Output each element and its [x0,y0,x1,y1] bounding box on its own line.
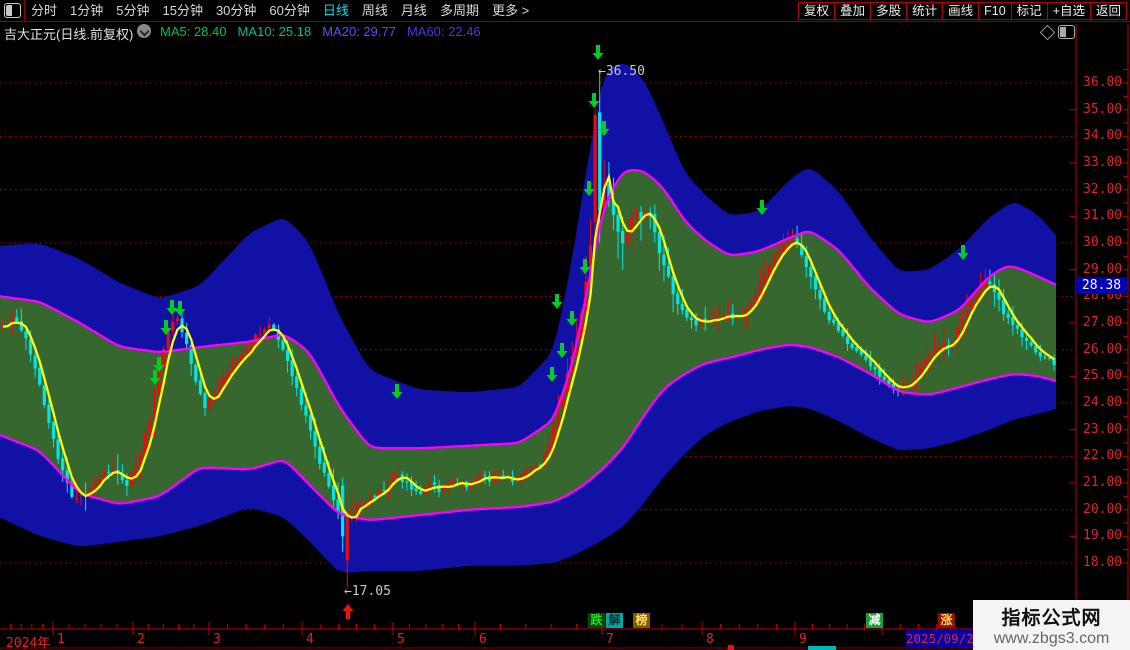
price-tick-label: 35.00 [1083,102,1127,117]
month-label: 4 [306,632,314,647]
high-price-annotation: ←36.50 [598,64,645,79]
price-tick-label: 19.00 [1083,528,1127,543]
month-label: 2 [137,632,145,647]
toolbar-button-6[interactable]: 标记 [1011,2,1048,20]
watermark-title: 指标公式网 [973,603,1130,630]
end-date-badge: 2025/09/29 [906,630,974,647]
month-label: 8 [706,632,714,647]
price-tick-label: 34.00 [1083,128,1127,143]
window-layout-icon[interactable] [4,3,21,18]
watermark-panel: 指标公式网 www.zbgs3.com [973,600,1130,650]
buy-arrow-icon [343,604,354,619]
menu-item-4[interactable]: 30分钟 [216,0,256,21]
period-menu: 分时 1分钟 5分钟 15分钟 30分钟 60分钟日线周线月线多周期更多 > [31,0,529,21]
price-tick-label: 24.00 [1083,395,1127,410]
price-tick-label: 27.00 [1083,315,1127,330]
event-badge-0[interactable]: 跌 [588,613,605,628]
price-tick-label: 21.00 [1083,475,1127,490]
year-label: 2024年 [6,632,50,650]
menu-item-1[interactable]: 1分钟 [70,0,103,21]
top-menu-bar: 分时 1分钟 5分钟 15分钟 30分钟 60分钟日线周线月线多周期更多 > 复权叠加多股… [0,0,1130,22]
menu-item-8[interactable]: 月线 [401,0,427,21]
toolbar-buttons: 复权叠加多股统计画线F10标记+自选返回 [799,0,1127,21]
month-label: 3 [213,632,221,647]
toolbar-button-0[interactable]: 复权 [798,2,835,20]
toolbar-button-3[interactable]: 统计 [906,2,943,20]
watermark-url: www.zbgs3.com [973,630,1130,648]
menu-item-3[interactable]: 15分钟 [162,0,202,21]
price-tick-label: 31.00 [1083,208,1127,223]
menu-item-5[interactable]: 60分钟 [269,0,309,21]
event-badge-4[interactable]: 涨 [938,613,955,628]
low-price-annotation: ←17.05 [344,584,391,599]
menu-item-6[interactable]: 日线 [323,0,349,21]
price-tick-label: 22.00 [1083,448,1127,463]
price-tick-label: 36.00 [1083,75,1127,90]
sell-arrow-icon [593,45,604,60]
price-tick-label: 18.00 [1083,555,1127,570]
menu-item-0[interactable]: 分时 [31,0,57,21]
event-badge-2[interactable]: 榜 [633,613,650,628]
candlestick-chart[interactable] [0,22,1130,650]
month-label: 1 [57,632,65,647]
price-tick-label: 32.00 [1083,182,1127,197]
toolbar-button-7[interactable]: +自选 [1047,2,1091,20]
month-label: 9 [799,632,807,647]
price-tick-label: 29.00 [1083,262,1127,277]
price-tick-label: 20.00 [1083,502,1127,517]
price-tick-label: 23.00 [1083,422,1127,437]
price-tick-label: 30.00 [1083,235,1127,250]
price-tick-label: 25.00 [1083,368,1127,383]
toolbar-button-5[interactable]: F10 [978,2,1012,20]
toolbar-button-2[interactable]: 多股 [870,2,907,20]
divider [24,0,25,21]
sell-arrow-icon [589,93,600,108]
toolbar-button-1[interactable]: 叠加 [834,2,871,20]
event-badge-1[interactable]: 解 [606,613,623,628]
price-tick-label: 33.00 [1083,155,1127,170]
month-label: 6 [479,632,487,647]
last-price-badge: 28.38 [1076,277,1127,294]
toolbar-button-4[interactable]: 画线 [942,2,979,20]
menu-item-9[interactable]: 多周期 [440,0,479,21]
month-label: 5 [397,632,405,647]
event-badge-3[interactable]: 减 [866,613,883,628]
menu-item-2[interactable]: 5分钟 [116,0,149,21]
menu-item-10[interactable]: 更多 > [492,0,529,21]
price-tick-label: 26.00 [1083,342,1127,357]
month-label: 7 [606,632,614,647]
menu-item-7[interactable]: 周线 [362,0,388,21]
trading-app-window: 分时 1分钟 5分钟 15分钟 30分钟 60分钟日线周线月线多周期更多 > 复权叠加多股… [0,0,1130,650]
toolbar-button-8[interactable]: 返回 [1090,2,1127,20]
